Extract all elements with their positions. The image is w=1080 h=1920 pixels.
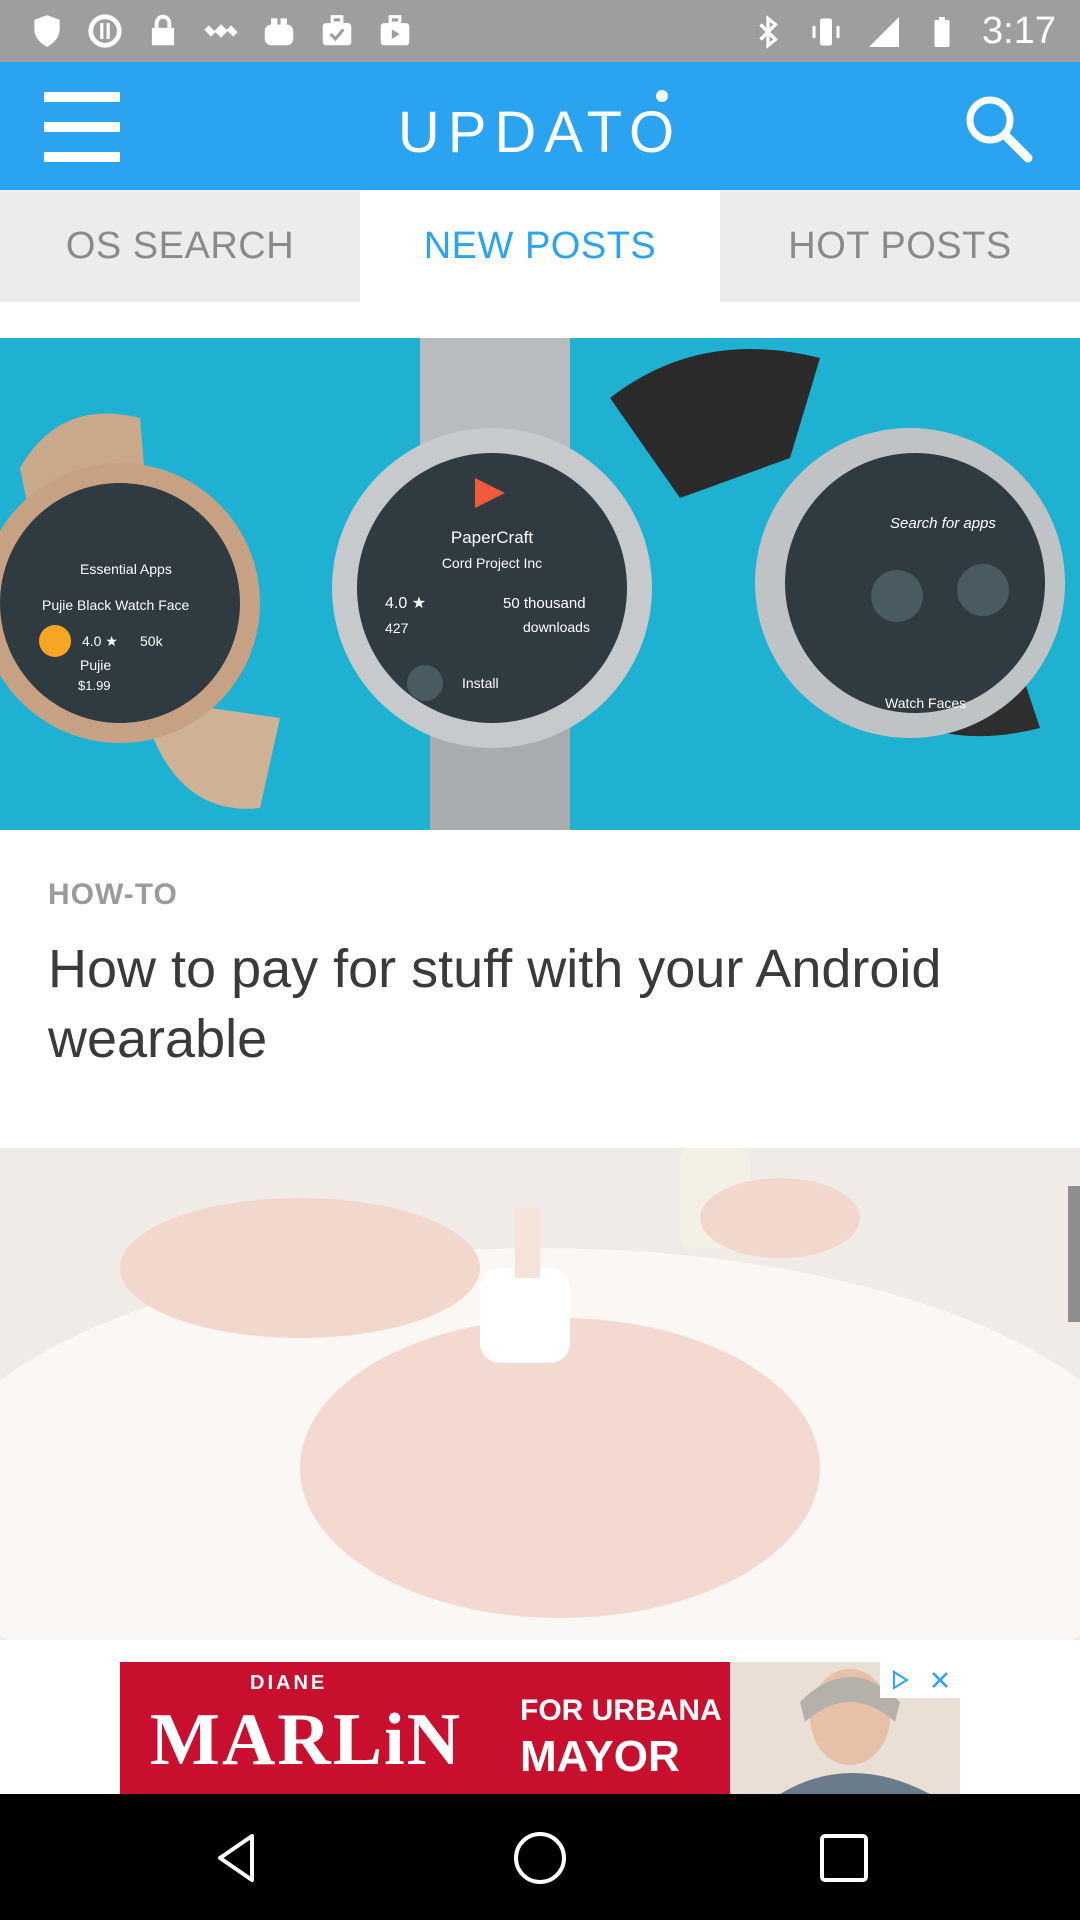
adchoices-icon[interactable]: [880, 1662, 920, 1698]
tab-bar: OS SEARCH NEW POSTS HOT POSTS: [0, 190, 1080, 302]
article-image-foot-care[interactable]: [0, 1148, 1080, 1640]
svg-text:Essential Apps: Essential Apps: [80, 561, 172, 577]
foot-care-illustration: [0, 1148, 1080, 1640]
status-bar: 3:17: [0, 0, 1080, 62]
smartwatches-illustration: Essential Apps Pujie Black Watch Face 4.…: [0, 338, 1065, 830]
lock-icon: [151, 14, 175, 46]
satellite-icon: [204, 24, 238, 38]
briefcase-play-icon: [380, 15, 410, 46]
status-right-icons: 3:17: [750, 10, 1056, 53]
ad-banner[interactable]: DIANE MARLiN FOR URBANA MAYOR: [120, 1662, 960, 1794]
svg-text:4.0 ★: 4.0 ★: [82, 633, 118, 649]
status-time: 3:17: [982, 10, 1056, 52]
svg-text:Pujie Black Watch Face: Pujie Black Watch Face: [42, 597, 190, 613]
article-title[interactable]: How to pay for stuff with your Android w…: [48, 934, 948, 1074]
svg-text:Watch Faces: Watch Faces: [885, 695, 966, 711]
ad-brand: MARLiN: [150, 1699, 463, 1781]
svg-text:50 thousand: 50 thousand: [503, 595, 586, 612]
home-icon[interactable]: [510, 1828, 570, 1888]
ad-tagline-2: MAYOR: [520, 1732, 680, 1781]
svg-text:50k: 50k: [140, 633, 164, 649]
ad-top-text: DIANE: [250, 1672, 328, 1694]
back-icon[interactable]: [206, 1828, 266, 1888]
svg-text:4.0 ★: 4.0 ★: [385, 595, 426, 612]
tab-os-search[interactable]: OS SEARCH: [0, 190, 360, 302]
svg-text:Pujie: Pujie: [80, 657, 111, 673]
article-category[interactable]: HOW-TO: [48, 878, 178, 912]
close-icon[interactable]: [920, 1662, 960, 1698]
system-nav-bar: [0, 1794, 1080, 1920]
battery-icon: [934, 16, 950, 47]
vibrate-icon: [812, 18, 840, 45]
scrollbar[interactable]: [1068, 1186, 1080, 1322]
svg-text:427: 427: [385, 620, 409, 636]
ad-controls: [880, 1662, 960, 1698]
app-bar: UPDATO: [0, 62, 1080, 190]
toaster-icon: [264, 18, 294, 46]
status-left-icons: [28, 12, 414, 50]
recents-icon[interactable]: [814, 1828, 874, 1888]
tab-new-posts[interactable]: NEW POSTS: [360, 190, 720, 302]
search-icon[interactable]: [960, 90, 1036, 166]
tab-hot-posts[interactable]: HOT POSTS: [720, 190, 1080, 302]
svg-text:Search for apps: Search for apps: [890, 515, 996, 532]
svg-text:$1.99: $1.99: [78, 678, 111, 693]
bluetooth-icon: [759, 14, 779, 49]
signal-icon: [869, 16, 900, 47]
sync-icon: [88, 14, 122, 48]
article-image-smartwatches[interactable]: Essential Apps Pujie Black Watch Face 4.…: [0, 338, 1080, 830]
svg-text:downloads: downloads: [523, 619, 590, 635]
shield-icon: [34, 15, 60, 47]
briefcase-check-icon: [322, 15, 352, 46]
updato-logo: UPDATO: [398, 90, 682, 165]
ad-tagline-1: FOR URBANA: [520, 1694, 722, 1727]
svg-text:UPDATO: UPDATO: [398, 100, 682, 165]
svg-text:PaperCraft: PaperCraft: [451, 528, 533, 547]
svg-text:Install: Install: [462, 675, 499, 691]
svg-text:Cord Project Inc: Cord Project Inc: [442, 555, 542, 571]
hamburger-menu-icon[interactable]: [44, 92, 120, 162]
